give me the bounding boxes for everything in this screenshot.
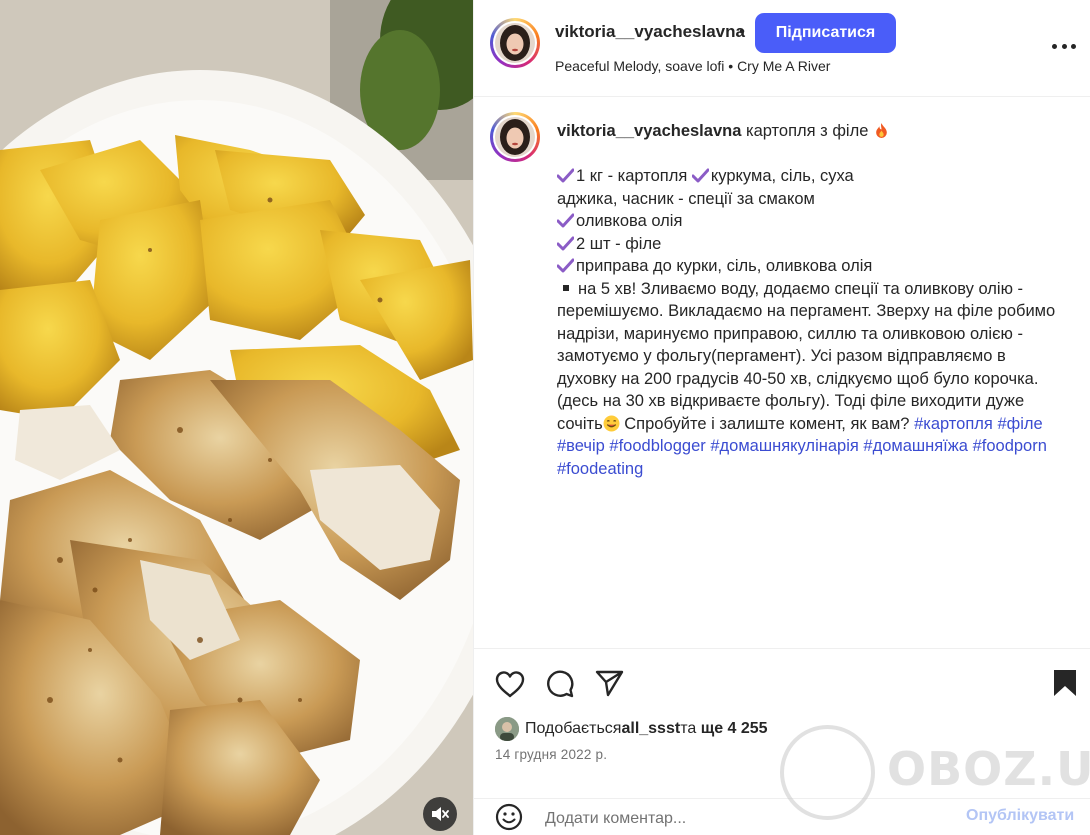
mute-icon xyxy=(432,807,449,821)
ingredient-5: приправа до курки, сіль, оливкова олія xyxy=(576,257,873,275)
username[interactable]: viktoria__vyacheslavna xyxy=(555,22,745,42)
ingredient-1: 1 кг - картопля xyxy=(576,167,688,185)
bookmark-icon[interactable] xyxy=(1053,669,1077,697)
follow-button[interactable]: Підписатися xyxy=(755,13,896,53)
caption-area: viktoria__vyacheslavna картопля з філе 1… xyxy=(474,97,1090,648)
caption-title: картопля з філе xyxy=(745,122,869,140)
post-header: viktoria__vyacheslavna • Підписатися Pea… xyxy=(474,0,1090,97)
comment-icon[interactable] xyxy=(545,669,575,699)
separator-dot: • xyxy=(739,22,745,41)
food-photo xyxy=(0,0,473,835)
hashtag[interactable]: #філе xyxy=(997,415,1042,433)
publish-button[interactable]: Опублікувати xyxy=(966,807,1074,825)
liker-avatar[interactable] xyxy=(495,717,519,741)
avatar[interactable] xyxy=(490,18,540,68)
share-icon[interactable] xyxy=(595,669,625,697)
caption-text: viktoria__vyacheslavna картопля з філе 1… xyxy=(557,120,1069,480)
hashtag[interactable]: #foodblogger xyxy=(609,437,705,455)
check-icon xyxy=(557,258,574,273)
liker-username[interactable]: all_ssst xyxy=(621,720,680,737)
comment-input[interactable] xyxy=(545,807,845,831)
hashtag[interactable]: #домашнякулінарія xyxy=(710,437,858,455)
mute-button[interactable] xyxy=(423,797,457,831)
likes-prefix: Подобається xyxy=(525,720,622,737)
hashtag[interactable]: #foodeating xyxy=(557,460,643,478)
caption-avatar[interactable] xyxy=(490,112,540,162)
post-panel: viktoria__vyacheslavna • Підписатися Pea… xyxy=(473,0,1090,835)
check-icon xyxy=(691,168,709,183)
caption-question: Спробуйте і залиште комент, як вам? xyxy=(619,414,915,433)
ingredient-4: 2 шт - філе xyxy=(576,234,662,253)
emoji-icon[interactable] xyxy=(495,803,523,831)
comment-bar: Опублікувати xyxy=(474,798,1090,835)
ingredient-3: оливкова олія xyxy=(576,212,683,230)
hashtag[interactable]: #домашняїжа xyxy=(863,437,968,455)
hashtag[interactable]: #вечір xyxy=(557,437,605,455)
caption-body: на 5 хв! Зливаємо воду, додаємо спеції т… xyxy=(557,279,1056,433)
likes-count[interactable]: ще 4 255 xyxy=(701,720,768,737)
fire-icon xyxy=(876,123,887,138)
post-date[interactable]: 14 грудня 2022 р. xyxy=(495,747,607,762)
check-icon xyxy=(557,236,574,250)
yum-emoji-icon xyxy=(603,415,620,431)
post-actions: Подобаєтьсяall_ssstта ще 4 255 14 грудня… xyxy=(474,648,1090,798)
more-icon[interactable] xyxy=(1052,44,1076,50)
bullet-icon xyxy=(563,284,569,291)
hashtag[interactable]: #foodporn xyxy=(973,437,1047,455)
ingredient-2: куркума, сіль, суха xyxy=(710,167,854,185)
post-media[interactable] xyxy=(0,0,473,835)
check-icon xyxy=(557,168,574,183)
audio-label[interactable]: Peaceful Melody, soave lofi • Cry Me A R… xyxy=(555,58,830,74)
ingredient-2-cont: аджика, часник - спеції за смаком xyxy=(557,189,815,208)
check-icon xyxy=(557,213,574,228)
caption-username[interactable]: viktoria__vyacheslavna xyxy=(557,122,741,140)
heart-icon[interactable] xyxy=(495,670,525,698)
likes-middle: та xyxy=(680,720,701,737)
likes-summary[interactable]: Подобаєтьсяall_ssstта ще 4 255 xyxy=(525,720,768,738)
hashtag[interactable]: #картопля xyxy=(914,415,993,433)
